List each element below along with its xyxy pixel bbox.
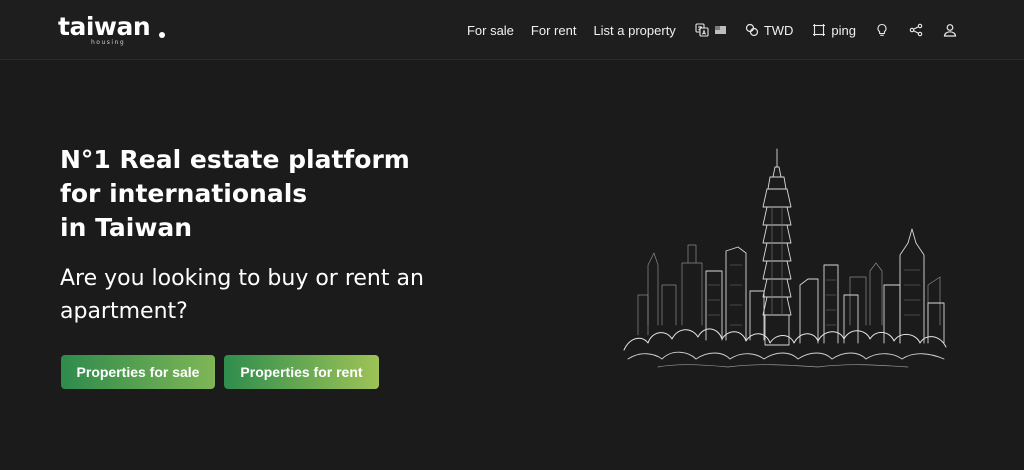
main-nav: For sale For rent List a property TWD pi…	[467, 19, 958, 41]
share-icon[interactable]	[908, 22, 924, 38]
hero-title-line: for internationals	[60, 179, 308, 208]
area-unit-selector[interactable]: ping	[811, 22, 856, 38]
properties-for-sale-button[interactable]: Properties for sale	[61, 355, 215, 389]
user-icon[interactable]	[942, 22, 958, 38]
currency-icon	[744, 22, 760, 38]
top-navigation-bar: taiwan housing For sale For rent List a …	[0, 0, 1024, 60]
taipei-skyline-illustration	[618, 145, 958, 385]
nav-list-property[interactable]: List a property	[593, 23, 675, 38]
hero-title-line: in Taiwan	[60, 213, 193, 242]
nav-for-sale[interactable]: For sale	[467, 23, 514, 38]
logo-wordmark: taiwan	[58, 12, 151, 41]
properties-for-rent-button[interactable]: Properties for rent	[224, 355, 379, 389]
taiwan-housing-logo[interactable]: taiwan housing	[58, 12, 178, 48]
logo-dot	[159, 32, 165, 38]
hero-title: N°1 Real estate platform for internation…	[60, 143, 480, 245]
language-selector[interactable]	[694, 22, 726, 38]
logo-subtitle: housing	[91, 39, 126, 46]
translate-icon	[694, 22, 710, 38]
currency-label: TWD	[763, 22, 794, 38]
hero-subtitle: Are you looking to buy or rent an apartm…	[60, 266, 424, 324]
nav-for-rent[interactable]: For rent	[531, 23, 577, 38]
lightbulb-icon[interactable]	[874, 22, 890, 38]
area-unit-icon	[811, 22, 827, 38]
area-unit-label: ping	[831, 22, 856, 38]
hero-title-line: N°1 Real estate platform	[60, 145, 410, 174]
currency-selector[interactable]: TWD	[744, 22, 794, 38]
flag-icon	[714, 26, 726, 34]
